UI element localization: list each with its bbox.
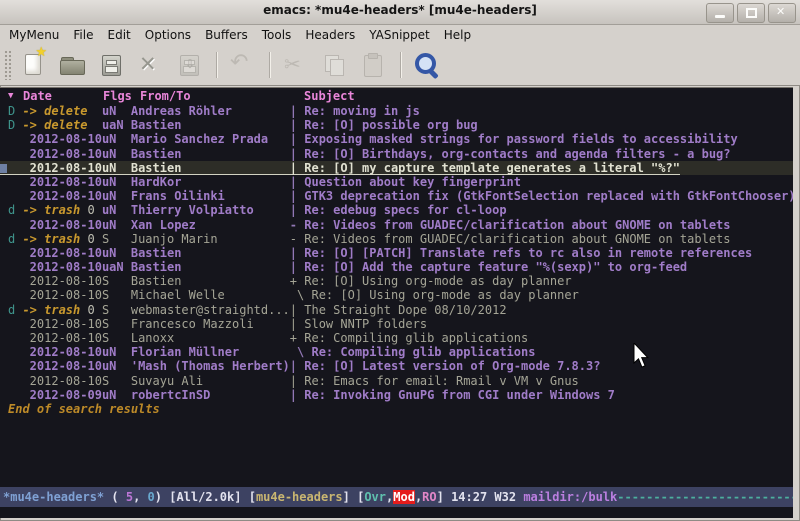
title-bar[interactable]: emacs: *mu4e-headers* [mu4e-headers] bbox=[0, 0, 800, 25]
menu-item-file[interactable]: File bbox=[66, 26, 100, 44]
message-row[interactable]: 2012-08-10S Lanoxx + Re: Compiling glib … bbox=[0, 331, 793, 345]
menu-item-edit[interactable]: Edit bbox=[101, 26, 138, 44]
modeline-segment-dash: ----------------------------------------… bbox=[617, 490, 793, 504]
headers-buffer: ▼DateFlgsFrom/ToSubject D -> delete uN A… bbox=[0, 87, 793, 487]
menu-item-buffers[interactable]: Buffers bbox=[198, 26, 255, 44]
menu-item-mymenu[interactable]: MyMenu bbox=[2, 26, 66, 44]
modeline-segment-plain: 14:27 W32 bbox=[451, 490, 523, 504]
modeline-segment-plain: , bbox=[133, 490, 147, 504]
close-button[interactable] bbox=[768, 3, 796, 23]
modeline-segment-ro: RO bbox=[422, 490, 436, 504]
menu-item-help[interactable]: Help bbox=[437, 26, 478, 44]
message-row[interactable]: 2012-08-10uN Bastien | Re: [O] my captur… bbox=[0, 161, 793, 175]
message-row[interactable]: 2012-08-10uN Bastien | Re: [O] Birthdays… bbox=[0, 147, 793, 161]
message-row[interactable]: 2012-08-10uN Bastien | Re: [O] [PATCH] T… bbox=[0, 246, 793, 260]
column-header-from[interactable]: From/To bbox=[140, 88, 299, 104]
window-buttons bbox=[703, 3, 796, 23]
modeline-segment-ovr: Ovr bbox=[364, 490, 386, 504]
toolbar-separator bbox=[216, 52, 217, 78]
toolbar-separator bbox=[269, 52, 270, 78]
copy-icon bbox=[319, 50, 349, 80]
tool-bar: ⇩ bbox=[0, 45, 800, 86]
modeline-segment-bufname: mu4e-headers bbox=[256, 490, 343, 504]
menu-item-options[interactable]: Options bbox=[138, 26, 198, 44]
open-icon[interactable] bbox=[57, 50, 87, 80]
new-file-icon[interactable] bbox=[18, 50, 48, 80]
menu-bar: MyMenuFileEditOptionsBuffersToolsHeaders… bbox=[0, 25, 800, 45]
save-as-icon: ⇩ bbox=[174, 50, 204, 80]
download-arrow-glyph: ⇩ bbox=[185, 57, 195, 71]
message-row[interactable]: 2012-08-10uaN Bastien | Re: [O] Add the … bbox=[0, 260, 793, 274]
column-header-date[interactable]: Date bbox=[23, 88, 103, 104]
menu-item-yasnippet[interactable]: YASnippet bbox=[362, 26, 437, 44]
modeline-segment-buf: *mu4e-headers* bbox=[3, 490, 104, 504]
modeline-segment-num-blue: 0 bbox=[148, 490, 155, 504]
message-row[interactable]: 2012-08-10uN Mario Sanchez Prada | Expos… bbox=[0, 132, 793, 146]
modeline-segment-plain: ] bbox=[343, 490, 357, 504]
undo-icon bbox=[227, 50, 257, 80]
window-title: emacs: *mu4e-headers* [mu4e-headers] bbox=[0, 3, 800, 17]
message-row[interactable]: 2012-08-10S Bastien + Re: [O] Using org-… bbox=[0, 274, 793, 288]
sort-descending-icon[interactable]: ▼ bbox=[8, 88, 23, 104]
message-list: D -> delete uN Andreas Röhler | Re: movi… bbox=[0, 104, 793, 402]
menu-item-headers[interactable]: Headers bbox=[298, 26, 362, 44]
modeline-segment-plain: [ bbox=[249, 490, 256, 504]
menu-item-tools[interactable]: Tools bbox=[255, 26, 299, 44]
close-x-icon[interactable] bbox=[135, 50, 165, 80]
emacs-window: emacs: *mu4e-headers* [mu4e-headers] MyM… bbox=[0, 0, 800, 521]
mode-line: *mu4e-headers* ( 5, 0) [All/2.0k] [mu4e-… bbox=[0, 487, 793, 507]
paste-icon bbox=[358, 50, 388, 80]
message-row[interactable]: d -> trash 0 S Juanjo Marin - Re: Videos… bbox=[0, 232, 793, 246]
message-row[interactable]: 2012-08-10S Francesco Mazzoli | Slow NNT… bbox=[0, 317, 793, 331]
toolbar-separator bbox=[400, 52, 401, 78]
modeline-segment-plain: [All/2.0k] bbox=[169, 490, 248, 504]
modeline-segment-dir: maildir:/bulk bbox=[523, 490, 617, 504]
modeline-segment-plain: ( bbox=[104, 490, 126, 504]
end-of-results-text: End of search results bbox=[0, 402, 793, 416]
modeline-segment-num-purple: 5 bbox=[126, 490, 133, 504]
message-row[interactable]: 2012-08-10uN Florian Müllner \ Re: Compi… bbox=[0, 345, 793, 359]
modeline-segment-plain: ) bbox=[155, 490, 169, 504]
message-row[interactable]: 2012-08-10S Suvayu Ali | Re: Emacs for e… bbox=[0, 374, 793, 388]
column-header-subject[interactable]: Subject bbox=[299, 88, 355, 104]
column-header-flags[interactable]: Flgs bbox=[103, 88, 140, 104]
scrollbar-thumb[interactable] bbox=[0, 164, 7, 173]
modeline-segment-mod: Mod bbox=[393, 490, 415, 504]
maximize-button[interactable] bbox=[737, 3, 765, 23]
message-row[interactable]: 2012-08-10uN 'Mash (Thomas Herbert)| Re:… bbox=[0, 359, 793, 373]
message-row[interactable]: 2012-08-10uN HardKor | Question about ke… bbox=[0, 175, 793, 189]
modeline-segment-plain: ] bbox=[437, 490, 451, 504]
message-row[interactable]: 2012-08-09uN robertcInSD | Re: Invoking … bbox=[0, 388, 793, 402]
message-row[interactable]: D -> delete uN Andreas Röhler | Re: movi… bbox=[0, 104, 793, 118]
cut-icon bbox=[280, 50, 310, 80]
message-row[interactable]: 2012-08-10uN Xan Lopez - Re: Videos from… bbox=[0, 218, 793, 232]
search-icon[interactable] bbox=[411, 50, 441, 80]
save-icon[interactable] bbox=[96, 50, 126, 80]
message-row[interactable]: 2012-08-10S Michael Welle \ Re: [O] Usin… bbox=[0, 288, 793, 302]
echo-area[interactable] bbox=[0, 507, 793, 518]
message-row[interactable]: D -> delete uaN Bastien | Re: [O] possib… bbox=[0, 118, 793, 132]
message-row[interactable]: 2012-08-10uN Frans Oilinki | GTK3 deprec… bbox=[0, 189, 793, 203]
headers-column-header: ▼DateFlgsFrom/ToSubject bbox=[0, 88, 793, 104]
message-row[interactable]: d -> trash 0 uN Thierry Volpiatto | Re: … bbox=[0, 203, 793, 217]
toolbar-drag-handle[interactable] bbox=[4, 50, 11, 80]
message-row[interactable]: d -> trash 0 S webmaster@straightd...| T… bbox=[0, 303, 793, 317]
minimize-button[interactable] bbox=[706, 3, 734, 23]
